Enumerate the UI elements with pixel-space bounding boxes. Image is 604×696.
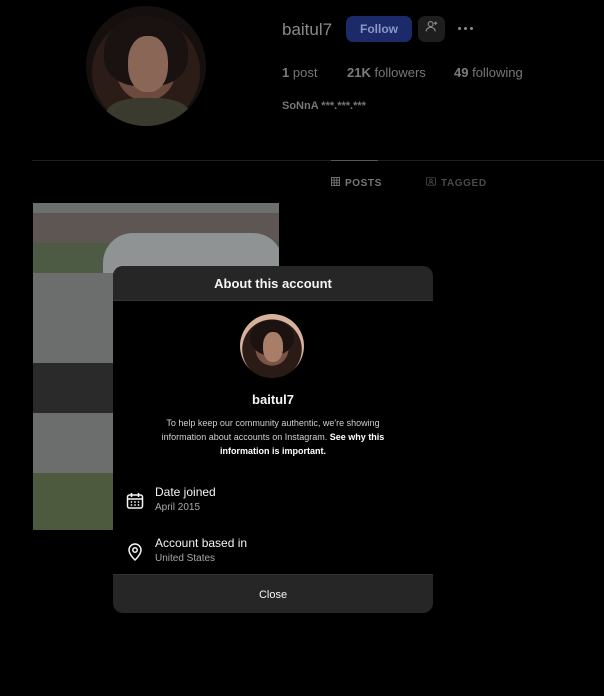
- dialog-description: To help keep our community authentic, we…: [149, 416, 397, 458]
- followers-stat[interactable]: 21K followers: [347, 65, 426, 80]
- followers-count: 21K: [347, 65, 371, 80]
- tab-tagged-label: TAGGED: [441, 177, 487, 189]
- dialog-title: About this account: [113, 266, 433, 301]
- calendar-icon: [125, 491, 145, 511]
- location-pin-icon: [125, 542, 145, 562]
- tab-posts-label: POSTS: [345, 177, 382, 189]
- active-tab-indicator: [331, 160, 378, 161]
- profile-username: baitul7: [282, 20, 333, 39]
- posts-label: post: [292, 65, 318, 80]
- grid-icon: [331, 177, 340, 189]
- date-joined-row: Date joined April 2015: [125, 485, 415, 513]
- account-location-row: Account based in United States: [125, 536, 415, 564]
- more-options-icon[interactable]: [454, 18, 476, 38]
- posts-count: 1: [282, 65, 290, 80]
- dialog-avatar-face: [263, 332, 283, 362]
- posts-stat[interactable]: 1 post: [282, 65, 317, 80]
- following-count: 49: [454, 65, 469, 80]
- tag-icon: [426, 177, 436, 189]
- close-button[interactable]: Close: [113, 574, 433, 613]
- dialog-avatar: [240, 314, 304, 378]
- about-account-dialog: About this account baitul7 To help keep …: [113, 266, 433, 613]
- profile-avatar[interactable]: [86, 6, 206, 126]
- avatar-face: [128, 36, 168, 92]
- suggested-users-button[interactable]: [418, 16, 445, 42]
- following-label: following: [472, 65, 523, 80]
- tab-posts[interactable]: POSTS: [331, 177, 382, 189]
- avatar-shirt: [106, 98, 190, 126]
- follow-button[interactable]: Follow: [346, 16, 412, 42]
- following-stat[interactable]: 49 following: [454, 65, 523, 80]
- dialog-username: baitul7: [252, 392, 294, 407]
- profile-divider: [32, 160, 604, 161]
- followers-label: followers: [374, 65, 426, 80]
- account-based-in-value: United States: [155, 553, 216, 564]
- account-based-in-label: Account based in: [155, 536, 248, 550]
- date-joined-label: Date joined: [155, 485, 216, 499]
- profile-full-name: SoNnA ***.***.***: [282, 100, 366, 112]
- date-joined-value: April 2015: [155, 502, 201, 513]
- tab-tagged[interactable]: TAGGED: [426, 177, 487, 189]
- add-person-icon: [425, 20, 438, 38]
